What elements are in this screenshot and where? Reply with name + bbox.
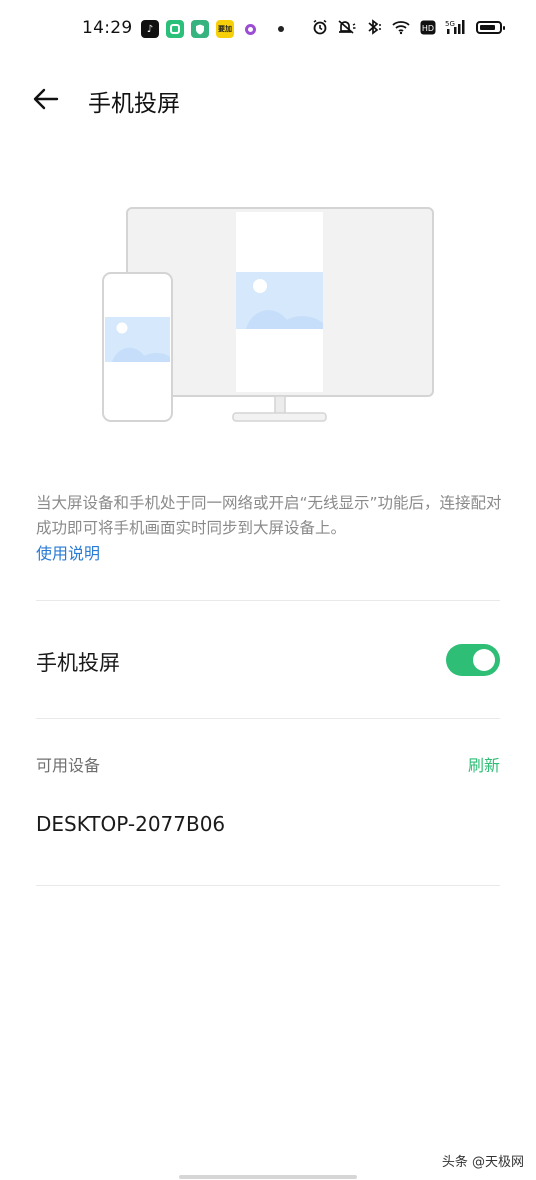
refresh-button[interactable]: 刷新 [468, 752, 500, 776]
home-indicator[interactable] [179, 1175, 357, 1179]
shield-icon [191, 20, 209, 38]
chat-icon [166, 20, 184, 38]
dot-icon [278, 26, 284, 32]
toggle-knob [473, 649, 495, 671]
divider [36, 885, 500, 886]
svg-text:HD: HD [422, 24, 434, 33]
hd-icon: HD [420, 20, 436, 34]
notification-icons: ♪ 要加 [141, 20, 284, 38]
wifi-icon [392, 21, 410, 35]
phone-to-monitor-illustration [100, 205, 440, 430]
divider [36, 718, 500, 719]
help-link[interactable]: 使用说明 [36, 540, 100, 564]
divider [36, 600, 500, 601]
battery-icon [476, 20, 505, 34]
ring-icon [241, 20, 259, 38]
arrow-left-icon [33, 88, 59, 110]
system-icons: HD 5G [312, 19, 505, 35]
bluetooth-icon [368, 19, 381, 35]
status-time: 14:29 [82, 18, 133, 38]
screencast-toggle[interactable] [446, 644, 500, 676]
device-item[interactable]: DESKTOP-2077B06 [36, 812, 225, 836]
screencast-toggle-label: 手机投屏 [36, 651, 120, 675]
mute-icon [338, 20, 356, 34]
signal-5g-icon: 5G [445, 20, 465, 34]
watermark: 头条 @天极网 [441, 1155, 524, 1170]
description-text: 当大屏设备和手机处于同一网络或开启“无线显示”功能后，连接配对成功即可将手机画面… [36, 494, 502, 537]
svg-text:5G: 5G [445, 20, 455, 28]
page-title: 手机投屏 [88, 91, 180, 117]
available-devices-title: 可用设备 [36, 756, 101, 775]
back-button[interactable] [30, 84, 62, 114]
status-bar: 14:29 ♪ 要加 HD 5G [0, 0, 536, 60]
yellow-app-icon: 要加 [216, 20, 234, 38]
alarm-icon [313, 19, 327, 35]
tiktok-icon: ♪ [141, 20, 159, 38]
